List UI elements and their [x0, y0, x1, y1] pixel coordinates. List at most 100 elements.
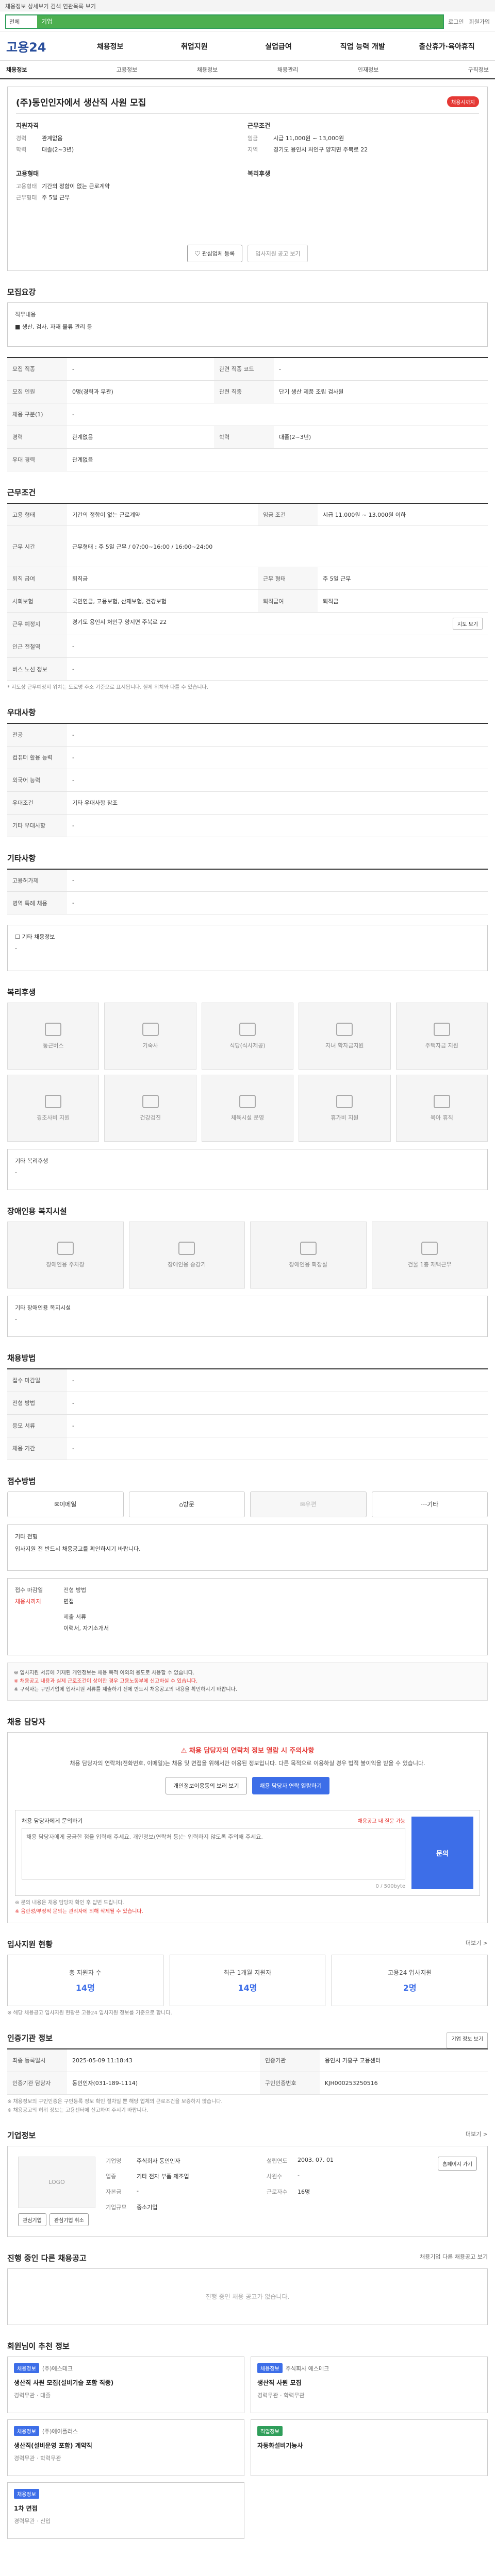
work-note: * 지도상 근무예정지 위치는 도로명 주소 기준으로 표시됩니다. 실제 위치… — [7, 685, 208, 690]
table-row: 모집 직종 - 관련 직종 코드 - — [7, 358, 488, 381]
warning-title: ⚠ 채용 담당자의 연락처 정보 열람 시 주의사항 — [15, 1745, 480, 1755]
table-cell: 국민연금, 고용보험, 산재보험, 건강보험 — [67, 589, 258, 613]
recommend-card[interactable]: 직업정보 자동화설비기능사 — [251, 2419, 488, 2476]
employment-type-heading: 고용형태 — [16, 170, 39, 177]
login-link[interactable]: 로그인 — [448, 18, 464, 26]
stat-card: 최근 1개월 지원자 14명 — [169, 1955, 326, 2007]
company-value: 2003. 07. 01 — [298, 2156, 334, 2163]
notice-line: ※ 구직자는 구인기업에 입사지원 서류를 제출하기 전에 반드시 채용공고의 … — [14, 1686, 237, 1692]
gnb-item-training[interactable]: 직업 능력 개발 — [321, 41, 405, 52]
company-value: 중소기업 — [137, 2204, 158, 2211]
summary-key: 고용형태 — [16, 183, 37, 190]
table-row: 외국어 능력 - — [7, 769, 488, 792]
warning-text: 채용 담당자의 연락처(전화번호, 이메일)는 채용 및 면접을 위해서만 이용… — [70, 1759, 425, 1767]
subnav-item[interactable]: 고용정보 — [87, 65, 167, 74]
other-extra-box: ☐ 기타 채용정보 - — [7, 925, 488, 971]
disability-heading: 장애인용 복지시설 — [7, 1207, 67, 1216]
subnav-item[interactable]: 구직정보 — [408, 65, 489, 74]
table-header-cell: 관련 직종 코드 — [214, 358, 274, 381]
gnb-item-leave[interactable]: 출산휴가·육아휴직 — [405, 41, 489, 52]
gnb-item-benefit[interactable]: 실업급여 — [236, 41, 320, 52]
gnb-item-jobs[interactable]: 채용정보 — [68, 41, 152, 52]
recommend-card[interactable]: 채용정보 주식회사 에스테크 생산직 사원 모집 경력무관 · 학력무관 — [251, 2356, 488, 2413]
table-row: 근무 시간 근무형태 : 주 5일 근무 / 07:00~16:00 / 16:0… — [7, 526, 488, 567]
recommend-org: (주)에이플러스 — [42, 2428, 78, 2435]
homepage-block: 홈페이지 가기 — [438, 2156, 477, 2226]
table-cell: - — [274, 358, 488, 381]
add-favorite-button[interactable]: ♡ 관심업체 등록 — [187, 245, 243, 262]
summary-value: 시급 11,000원 ~ 13,000원 — [273, 135, 344, 142]
table-cell: - — [67, 1437, 488, 1460]
view-apply-button[interactable]: 입사지원 공고 보기 — [248, 245, 308, 262]
disability-extra-label: 기타 장애인용 복지시설 — [15, 1304, 71, 1311]
other-extra-value: - — [15, 945, 17, 952]
unfavorite-company-button[interactable]: 관심기업 취소 — [49, 2213, 89, 2226]
summary-value: 관계없음 — [42, 135, 63, 142]
company-value: 주식회사 동인인자 — [137, 2157, 180, 2164]
stats-row: 총 지원자 수 14명 최근 1개월 지원자 14명 고용24 입사지원 2명 — [7, 1955, 488, 2007]
preference-table: 전공 - 컴퓨터 활용 능력 - 외국어 능력 - 우대조건 기타 우대사항 참조 기타… — [7, 723, 488, 837]
subnav-item[interactable]: 채용정보 — [167, 65, 248, 74]
table-header-cell: 접수 마감일 — [7, 1369, 67, 1392]
company-more-link[interactable]: 더보기 > — [466, 2130, 488, 2146]
contact-box: ⚠ 채용 담당자의 연락처 정보 열람 시 주의사항 채용 담당자의 연락처(전… — [7, 1732, 488, 1924]
recommend-card[interactable]: 채용정보 1차 면접 경력무관 · 신입 — [7, 2482, 244, 2539]
table-cell: 경기도 용인시 처인구 양지면 주북로 22 지도 보기 — [67, 612, 488, 635]
work-heading: 근무조건 — [7, 487, 36, 497]
method-label: 기타 — [427, 1501, 439, 1508]
search-scope-select[interactable]: 전체 — [6, 18, 37, 26]
apply-method-other[interactable]: ⋯ 기타 — [371, 1491, 488, 1517]
subnav-item[interactable]: 인재정보 — [328, 65, 408, 74]
docs-value: 이력서, 자기소개서 — [63, 1624, 109, 1632]
cert-section: 인증기관 정보 기업 정보 보기 최종 등록일시 2025-05-09 11:18… — [7, 2032, 488, 2114]
inquiry-textarea[interactable] — [22, 1828, 405, 1880]
recommend-org: (주)에스테크 — [42, 2365, 73, 2372]
company-info-button[interactable]: 기업 정보 보기 — [447, 2032, 488, 2049]
company-value: 기타 전자 부품 제조업 — [137, 2173, 189, 2180]
apply-detail-box: 접수 마감일 채용시까지 전형 방법 면접 제출 서류 이력서, 자기소개서 — [7, 1578, 488, 1655]
method-label: 방문 — [183, 1501, 195, 1508]
company-heading: 기업정보 — [7, 2130, 36, 2140]
subnav-item-current[interactable]: 채용정보 — [6, 65, 87, 74]
gnb-item-support[interactable]: 취업지원 — [152, 41, 236, 52]
gym-icon — [239, 1095, 256, 1108]
contact-section: 채용 담당자 ⚠ 채용 담당자의 연락처 정보 열람 시 주의사항 채용 담당자… — [7, 1716, 488, 1924]
process-table: 접수 마감일 - 전형 방법 - 응모 서류 - 채용 기간 - — [7, 1368, 488, 1460]
apply-section: 접수방법 ✉ 이메일 ⌂ 방문 ✉ 우편 ⋯ 기타 기타 전형 입사지원 전 반… — [7, 1476, 488, 1701]
summary-value: 경기도 용인시 처인구 양지면 주북로 22 — [273, 146, 368, 153]
company-value: - — [298, 2172, 300, 2179]
apply-method-email[interactable]: ✉ 이메일 — [7, 1491, 124, 1517]
signup-link[interactable]: 회원가입 — [469, 18, 490, 26]
welfare-heading: 복리후생 — [248, 170, 271, 177]
house-icon — [433, 1023, 450, 1036]
homepage-button[interactable]: 홈페이지 가기 — [438, 2156, 477, 2171]
view-contact-button[interactable]: 채용 담당자 연락 열람하기 — [252, 1777, 330, 1795]
other-jobs-link[interactable]: 채용기업 다른 채용공고 보기 — [420, 2252, 488, 2268]
stat-card: 고용24 입사지원 2명 — [332, 1955, 488, 2007]
apply-method-visit[interactable]: ⌂ 방문 — [128, 1491, 245, 1517]
site-logo[interactable]: 고용24 — [6, 37, 68, 55]
company-value: 16명 — [298, 2188, 310, 2195]
table-header-cell: 컴퓨터 활용 능력 — [7, 746, 67, 769]
stats-more-link[interactable]: 더보기 > — [466, 1939, 488, 1955]
subnav-item[interactable]: 채용관리 — [248, 65, 328, 74]
privacy-consent-button[interactable]: 개인정보이용동의 보러 보기 — [165, 1777, 247, 1795]
other-extra-label-text: 기타 채용정보 — [22, 934, 55, 940]
table-cell: - — [67, 891, 488, 914]
map-button[interactable]: 지도 보기 — [453, 618, 483, 630]
table-row: 버스 노선 정보 - — [7, 657, 488, 681]
recommend-heading: 회원님이 추천 정보 — [7, 2341, 70, 2351]
inquiry-submit-button[interactable]: 문의 — [411, 1817, 473, 1890]
recommend-title: 자동화설비기능사 — [257, 2442, 303, 2449]
favorite-company-button[interactable]: 관심기업 — [18, 2213, 46, 2226]
recommend-card[interactable]: 채용정보 (주)에스테크 생산직 사원 모집(설비기술 포함 직종) 경력무관 ·… — [7, 2356, 244, 2413]
vacation-icon — [336, 1095, 353, 1108]
preference-heading: 우대사항 — [7, 708, 36, 717]
warning-icon: ⚠ — [180, 1747, 189, 1755]
search-input[interactable] — [37, 15, 443, 28]
stat-value: 14명 — [238, 1982, 257, 1993]
table-cell: - — [67, 746, 488, 769]
recommend-card[interactable]: 채용정보 (주)에이플러스 생산직(설비운영 포함) 계약직 경력무관 · 학력무… — [7, 2419, 244, 2476]
table-cell: 주 5일 근무 — [318, 567, 488, 590]
company-value: - — [137, 2187, 139, 2194]
